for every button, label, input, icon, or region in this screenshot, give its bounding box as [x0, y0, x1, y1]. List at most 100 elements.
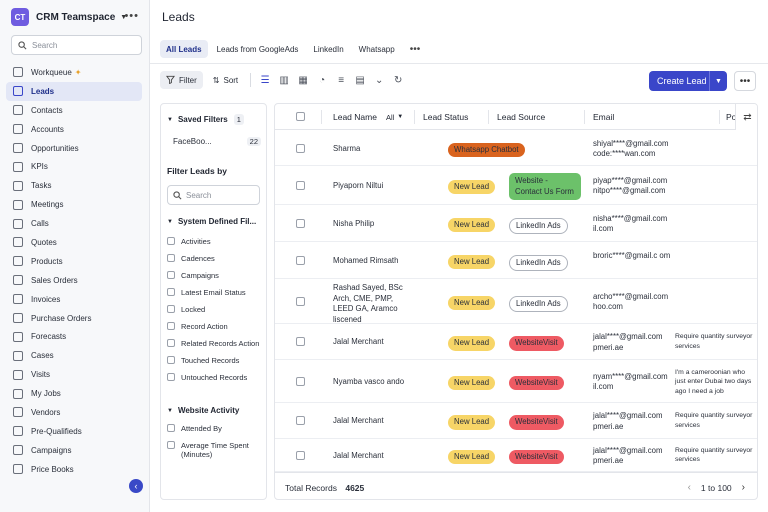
sidebar-item-accounts[interactable]: Accounts [6, 120, 142, 139]
sidebar-item-leads[interactable]: Leads [6, 81, 142, 101]
col-lead-name[interactable]: Lead Name [333, 112, 377, 122]
table-row[interactable]: Nyamba vasco ando New Lead WebsiteVisit nya… [275, 360, 757, 403]
row-checkbox[interactable] [296, 296, 305, 306]
lead-email[interactable]: nisha****@gmail.com il.com [593, 214, 671, 235]
row-checkbox[interactable] [296, 337, 305, 346]
filter-search[interactable] [167, 185, 260, 205]
sidebar-item-vendors[interactable]: Vendors [6, 403, 142, 422]
column-settings-icon[interactable]: ⇄ [735, 104, 757, 130]
collapse-sidebar-button[interactable]: ‹ [129, 479, 143, 493]
sidebar-item-pre-qualifieds[interactable]: Pre-Qualifieds [6, 422, 142, 441]
sidebar-item-quotes[interactable]: Quotes [6, 233, 142, 252]
refresh-icon[interactable]: ↻ [390, 72, 406, 88]
row-checkbox[interactable] [296, 255, 305, 265]
sidebar-item-kpis[interactable]: KPIs [6, 157, 142, 176]
filter-search-input[interactable] [186, 190, 256, 200]
filter-checkbox[interactable] [167, 356, 175, 364]
sidebar-item-campaigns[interactable]: Campaigns [6, 441, 142, 460]
tab-whatsapp[interactable]: Whatsapp [353, 40, 401, 58]
more-actions-button[interactable]: ••• [734, 71, 756, 91]
split-view-icon[interactable]: ▤ [352, 72, 368, 88]
sidebar-item-invoices[interactable]: Invoices [6, 290, 142, 309]
sidebar-item-meetings[interactable]: Meetings [6, 195, 142, 214]
col-email[interactable]: Email [593, 112, 614, 122]
filter-option[interactable]: Activities [167, 234, 265, 251]
system-filters-header[interactable]: ▼ System Defined Fil... [167, 217, 256, 226]
table-row[interactable]: Mohamed Rimsath New Lead LinkedIn Ads brori… [275, 242, 757, 279]
lead-name[interactable]: Mohamed Rimsath [333, 256, 413, 267]
lead-email[interactable]: jalal****@gmail.com pmeri.ae [593, 411, 671, 432]
table-row[interactable]: Jalal Merchant New Lead WebsiteVisit jalal*… [275, 403, 757, 439]
lead-email[interactable]: nyam****@gmail.com il.com [593, 372, 671, 393]
lead-email[interactable]: archo****@gmail.com hoo.com [593, 292, 671, 313]
filter-checkbox[interactable] [167, 237, 175, 245]
filter-option[interactable]: Average Time Spent (Minutes) [167, 438, 265, 464]
prev-page-icon[interactable]: ‹ [688, 482, 691, 493]
filter-option[interactable]: Latest Email Status [167, 285, 265, 302]
sidebar-item-visits[interactable]: Visits [6, 365, 142, 384]
lead-name[interactable]: Jalal Merchant [333, 337, 413, 348]
sidebar-search-input[interactable] [32, 40, 132, 50]
filter-button[interactable]: Filter [160, 71, 203, 89]
sidebar-item-products[interactable]: Products [6, 252, 142, 271]
filter-checkbox[interactable] [167, 339, 175, 347]
filter-checkbox[interactable] [167, 441, 175, 449]
filter-checkbox[interactable] [167, 305, 175, 313]
timeline-view-icon[interactable]: ≡ [333, 72, 349, 88]
select-all-checkbox[interactable] [296, 112, 305, 121]
lead-name[interactable]: Nyamba vasco ando [333, 377, 413, 388]
website-activity-header[interactable]: ▼ Website Activity [167, 406, 239, 415]
tab-leads-googleads[interactable]: Leads from GoogleAds [211, 40, 305, 58]
tab-linkedin[interactable]: LinkedIn [307, 40, 349, 58]
filter-checkbox[interactable] [167, 373, 175, 381]
more-options-icon[interactable]: ••• [124, 10, 139, 22]
row-checkbox[interactable] [296, 143, 305, 153]
filter-checkbox[interactable] [167, 322, 175, 330]
table-row[interactable]: Sharma Whatsapp Chatbot shiyal****@gmail.c… [275, 131, 757, 166]
lead-name[interactable]: Rashad Sayed, BSc Arch, CME, PMP, LEED G… [333, 283, 413, 325]
chevron-down-icon[interactable]: ⌄ [371, 72, 387, 88]
row-checkbox[interactable] [296, 450, 305, 460]
lead-name-filter[interactable]: All ▼ [386, 113, 403, 122]
filter-option[interactable]: Touched Records [167, 353, 265, 370]
sort-button[interactable]: ⇅ Sort [207, 71, 244, 89]
workspace-switcher[interactable]: CT CRM Teamspace ▼ ••• [11, 7, 139, 27]
table-view-icon[interactable]: ▦ [295, 72, 311, 88]
sidebar-item-opportunities[interactable]: Opportunities [6, 139, 142, 158]
lead-email[interactable]: broric****@gmail.c om [593, 251, 671, 262]
lead-email[interactable]: jalal****@gmail.com pmeri.ae [593, 446, 671, 467]
sidebar-search[interactable] [11, 35, 142, 55]
table-row[interactable]: Piyaporn Niltui New Lead Website - Contact… [275, 166, 757, 205]
filter-option[interactable]: Attended By [167, 421, 265, 438]
row-checkbox[interactable] [296, 218, 305, 228]
sidebar-item-my-jobs[interactable]: My Jobs [6, 384, 142, 403]
filter-option[interactable]: Related Records Action [167, 336, 265, 353]
lead-email[interactable]: jalal****@gmail.com pmeri.ae [593, 332, 671, 353]
filter-option[interactable]: Locked [167, 302, 265, 319]
filter-checkbox[interactable] [167, 424, 175, 432]
kanban-view-icon[interactable]: ▥ [276, 72, 292, 88]
create-lead-dropdown-icon[interactable]: ▼ [709, 71, 727, 91]
filter-checkbox[interactable] [167, 254, 175, 262]
saved-filter-item[interactable]: FaceBoo... 22 [173, 137, 261, 146]
filter-option[interactable]: Cadences [167, 251, 265, 268]
table-row[interactable]: Jalal Merchant New Lead WebsiteVisit jalal*… [275, 439, 757, 472]
sidebar-item-forecasts[interactable]: Forecasts [6, 327, 142, 346]
sidebar-item-sales-orders[interactable]: Sales Orders [6, 271, 142, 290]
col-lead-status[interactable]: Lead Status [423, 112, 468, 122]
table-row[interactable]: Jalal Merchant New Lead WebsiteVisit jalal*… [275, 324, 757, 360]
table-row[interactable]: Nisha Philip New Lead LinkedIn Ads nisha***… [275, 205, 757, 242]
list-view-icon[interactable]: ☰ [257, 72, 273, 88]
more-tabs-icon[interactable]: ••• [410, 44, 421, 55]
next-page-icon[interactable]: › [742, 482, 745, 493]
col-lead-source[interactable]: Lead Source [497, 112, 545, 122]
sidebar-item-purchase-orders[interactable]: Purchase Orders [6, 309, 142, 328]
filter-option[interactable]: Campaigns [167, 268, 265, 285]
saved-filters-header[interactable]: ▼ Saved Filters 1 [167, 114, 244, 125]
tab-all-leads[interactable]: All Leads [160, 40, 208, 58]
sidebar-item-contacts[interactable]: Contacts [6, 101, 142, 120]
lead-email[interactable]: shiyal****@gmail.com code:****wan.com [593, 139, 671, 160]
lead-name[interactable]: Jalal Merchant [333, 451, 413, 462]
filter-checkbox[interactable] [167, 288, 175, 296]
sidebar-item-tasks[interactable]: Tasks [6, 176, 142, 195]
